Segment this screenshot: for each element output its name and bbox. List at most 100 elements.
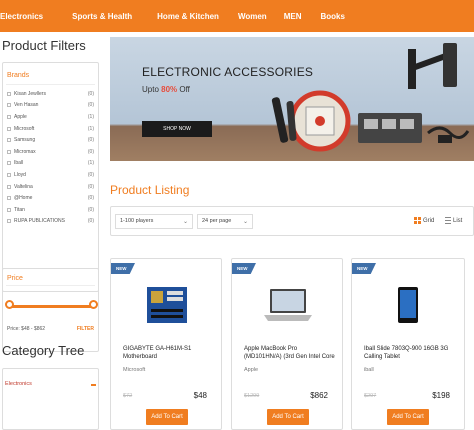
brand-name: Titan — [14, 206, 25, 213]
product-brand: iball — [364, 367, 374, 373]
players-select[interactable]: 1-100 players ⌄ — [115, 214, 193, 229]
brand-name: @Home — [14, 195, 33, 202]
checkbox[interactable] — [7, 184, 11, 189]
top-nav: Electronics Sports & Health Home & Kitch… — [0, 0, 474, 32]
product-old-price: $72 — [123, 393, 133, 399]
brand-filter-item[interactable]: Ven Hasan (0) — [3, 100, 98, 112]
nav-home-kitchen[interactable]: Home & Kitchen — [141, 12, 228, 21]
price-slider-max-handle[interactable] — [89, 300, 98, 309]
product-name[interactable]: Apple MacBook Pro (MD101HN/A) (3rd Gen I… — [244, 345, 336, 361]
price-range-text: Price: $48 - $862 — [7, 326, 46, 332]
price-slider-track[interactable] — [9, 305, 95, 308]
brand-count: (0) — [87, 137, 94, 144]
new-badge: NEW — [232, 263, 256, 274]
nav-sports-health[interactable]: Sports & Health — [52, 12, 141, 21]
add-to-cart-button[interactable]: Add To Cart — [387, 409, 429, 425]
brand-count: (0) — [87, 148, 94, 155]
checkbox[interactable] — [7, 172, 11, 177]
divider — [6, 285, 95, 286]
promo-banner[interactable]: ELECTRONIC ACCESSORIES Upto 80% Off SHOP… — [110, 37, 474, 161]
brand-name: Iball — [14, 160, 24, 167]
brand-filter-item[interactable]: Valtelina (0) — [3, 181, 98, 193]
laptop-image — [264, 289, 312, 321]
brand-count: (1) — [87, 125, 94, 132]
product-card[interactable]: NEW Apple MacBook Pro (MD101HN/A) (3rd G… — [231, 258, 343, 430]
brand-name: Micromax — [14, 148, 36, 155]
product-name[interactable]: Iball Slide 7803Q-900 16GB 3G Calling Ta… — [364, 345, 456, 361]
brand-filter-item[interactable]: @Home (0) — [3, 192, 98, 204]
list-view-toggle[interactable]: List — [445, 217, 462, 224]
brand-filter-item[interactable]: Apple (1) — [3, 111, 98, 123]
new-badge: NEW — [111, 263, 135, 274]
product-brand: Microsoft — [123, 367, 146, 373]
category-item-electronics[interactable]: Electronics — [5, 381, 32, 387]
banner-subtitle: Upto 80% Off — [142, 85, 190, 94]
product-brand: Apple — [244, 367, 259, 373]
divider — [6, 84, 95, 85]
brand-name: Samsung — [14, 137, 36, 144]
checkbox[interactable] — [7, 196, 11, 201]
price-slider-min-handle[interactable] — [5, 300, 14, 309]
filters-sidebar: Product Filters Brands Kisan Jewllers (0)… — [0, 32, 103, 430]
tablet-image — [398, 287, 418, 323]
nav-men[interactable]: MEN — [276, 12, 311, 21]
brand-filter-item[interactable]: Microsoft (1) — [3, 123, 98, 135]
product-old-price: $297 — [364, 393, 377, 399]
grid-icon — [414, 217, 421, 224]
brand-name: Microsoft — [14, 125, 35, 132]
checkbox[interactable] — [7, 91, 11, 96]
brand-count: (0) — [87, 171, 94, 178]
checkbox[interactable] — [7, 103, 11, 108]
nav-electronics[interactable]: Electronics — [0, 12, 52, 21]
checkbox[interactable] — [7, 138, 11, 143]
filter-button[interactable]: FILTER — [77, 326, 94, 332]
motherboard-image — [147, 287, 187, 323]
price-heading: Price — [7, 275, 23, 282]
nav-books[interactable]: Books — [310, 12, 353, 21]
checkbox[interactable] — [7, 207, 11, 212]
add-to-cart-button[interactable]: Add To Cart — [146, 409, 188, 425]
add-to-cart-button[interactable]: Add To Cart — [267, 409, 309, 425]
checkbox[interactable] — [7, 149, 11, 154]
category-tree-panel: Electronics — [2, 368, 99, 430]
chevron-down-icon: ⌄ — [242, 219, 248, 225]
product-card[interactable]: NEW Iball Slide 7803Q-900 16GB 3G Callin… — [351, 258, 465, 430]
nav-women[interactable]: Women — [228, 12, 276, 21]
shop-now-button[interactable]: SHOP NOW — [142, 121, 212, 137]
product-name[interactable]: GIGABYTE GA-H61M-S1 Motherboard — [123, 345, 215, 361]
product-card[interactable]: NEW GIGABYTE GA-H61M-S1 Motherboard Micr… — [110, 258, 222, 430]
collapse-icon[interactable] — [91, 384, 96, 386]
chevron-down-icon: ⌄ — [182, 219, 188, 225]
product-price: $198 — [432, 391, 450, 400]
filters-title: Product Filters — [2, 38, 86, 53]
brand-filter-item[interactable]: Samsung (0) — [3, 134, 98, 146]
banner-sub-prefix: Upto — [142, 85, 162, 94]
brand-filter-item[interactable]: Titan (0) — [3, 204, 98, 216]
brand-filter-item[interactable]: RUPA PUBLICATIONS (0) — [3, 216, 98, 228]
brand-count: (0) — [87, 90, 94, 97]
checkbox[interactable] — [7, 161, 11, 166]
brand-name: Apple — [14, 113, 27, 120]
brand-filter-item[interactable]: Micromax (0) — [3, 146, 98, 158]
grid-view-toggle[interactable]: Grid — [414, 217, 434, 224]
players-select-value: 1-100 players — [120, 218, 154, 224]
brand-filter-item[interactable]: Kisan Jewllers (0) — [3, 88, 98, 100]
brand-filter-item[interactable]: Iball (1) — [3, 158, 98, 170]
new-badge: NEW — [352, 263, 376, 274]
listing-toolbar: 1-100 players ⌄ 24 per page ⌄ Grid List — [110, 206, 474, 236]
brand-name: Lloyd — [14, 171, 26, 178]
brands-panel: Brands Kisan Jewllers (0) Ven Hasan (0) Ap… — [2, 62, 99, 292]
category-tree-title: Category Tree — [2, 343, 85, 358]
brand-name: Ven Hasan — [14, 102, 39, 109]
checkbox[interactable] — [7, 219, 11, 224]
grid-label: Grid — [423, 217, 435, 224]
checkbox[interactable] — [7, 114, 11, 119]
banner-discount: 80% — [161, 85, 178, 94]
brand-name: Kisan Jewllers — [14, 90, 46, 97]
brand-name: RUPA PUBLICATIONS — [14, 218, 65, 225]
brands-heading: Brands — [7, 72, 30, 79]
checkbox[interactable] — [7, 126, 11, 131]
brand-count: (0) — [87, 195, 94, 202]
per-page-select[interactable]: 24 per page ⌄ — [197, 214, 253, 229]
brand-filter-item[interactable]: Lloyd (0) — [3, 169, 98, 181]
